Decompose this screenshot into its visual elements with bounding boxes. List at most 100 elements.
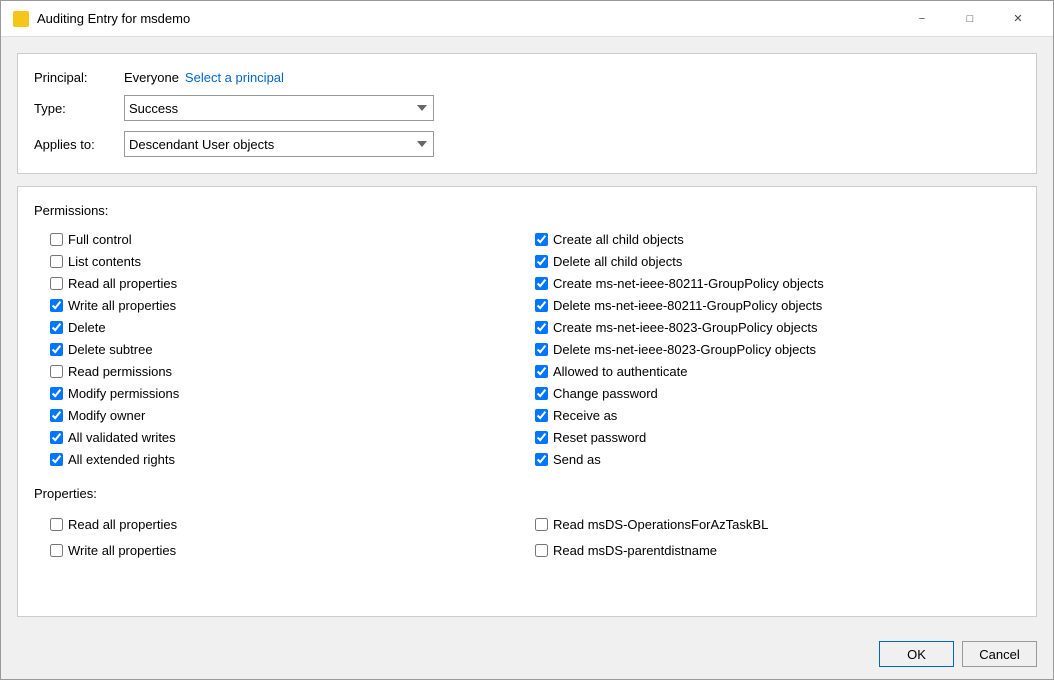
- maximize-button[interactable]: □: [947, 5, 993, 33]
- applies-label: Applies to:: [34, 137, 124, 152]
- principal-value: Everyone: [124, 70, 179, 85]
- properties-right-col: Read msDS-OperationsForAzTaskBL Read msD…: [535, 511, 1020, 563]
- perm-all-validated-writes-item: All validated writes: [50, 426, 535, 448]
- permissions-left-col: Full control List contents Read all prop…: [50, 228, 535, 470]
- type-row: Type: Success Fail All: [34, 95, 1020, 121]
- perm-delete-ms-net-8023-label[interactable]: Delete ms-net-ieee-8023-GroupPolicy obje…: [553, 342, 816, 357]
- app-icon: [13, 11, 29, 27]
- prop-read-all-label[interactable]: Read all properties: [68, 517, 177, 532]
- title-bar: Auditing Entry for msdemo − □ ✕: [1, 1, 1053, 37]
- prop-write-all-checkbox[interactable]: [50, 544, 63, 557]
- perm-all-extended-rights-label[interactable]: All extended rights: [68, 452, 175, 467]
- cancel-button[interactable]: Cancel: [962, 641, 1037, 667]
- perm-modify-permissions-label[interactable]: Modify permissions: [68, 386, 179, 401]
- perm-delete-all-child-label[interactable]: Delete all child objects: [553, 254, 682, 269]
- perm-create-all-child-label[interactable]: Create all child objects: [553, 232, 684, 247]
- perm-modify-owner-label[interactable]: Modify owner: [68, 408, 145, 423]
- perm-reset-password-item: Reset password: [535, 426, 1020, 448]
- type-label: Type:: [34, 101, 124, 116]
- permissions-grid: Full control List contents Read all prop…: [50, 228, 1020, 470]
- perm-receive-as-checkbox[interactable]: [535, 409, 548, 422]
- perm-create-ms-net-8023-item: Create ms-net-ieee-8023-GroupPolicy obje…: [535, 316, 1020, 338]
- principal-label: Principal:: [34, 70, 124, 85]
- perm-delete-subtree-label[interactable]: Delete subtree: [68, 342, 153, 357]
- prop-read-all-checkbox[interactable]: [50, 518, 63, 531]
- perm-delete-label[interactable]: Delete: [68, 320, 106, 335]
- perm-reset-password-checkbox[interactable]: [535, 431, 548, 444]
- content-area: Principal: Everyone Select a principal T…: [1, 37, 1053, 633]
- type-select[interactable]: Success Fail All: [124, 95, 434, 121]
- perm-delete-all-child-checkbox[interactable]: [535, 255, 548, 268]
- close-button[interactable]: ✕: [995, 5, 1041, 33]
- perm-send-as-checkbox[interactable]: [535, 453, 548, 466]
- perm-create-all-child-checkbox[interactable]: [535, 233, 548, 246]
- perm-read-all-props-checkbox[interactable]: [50, 277, 63, 290]
- perm-write-all-props-label[interactable]: Write all properties: [68, 298, 176, 313]
- applies-row: Applies to: Descendant User objects This…: [34, 131, 1020, 157]
- perm-list-contents-label[interactable]: List contents: [68, 254, 141, 269]
- perm-reset-password-label[interactable]: Reset password: [553, 430, 646, 445]
- perm-receive-as-label[interactable]: Receive as: [553, 408, 617, 423]
- perm-write-all-props-checkbox[interactable]: [50, 299, 63, 312]
- perm-create-ms-net-8021-label[interactable]: Create ms-net-ieee-80211-GroupPolicy obj…: [553, 276, 824, 291]
- perm-read-permissions-checkbox[interactable]: [50, 365, 63, 378]
- perm-read-permissions-label[interactable]: Read permissions: [68, 364, 172, 379]
- select-principal-link[interactable]: Select a principal: [185, 70, 284, 85]
- prop-read-msds-ops-label[interactable]: Read msDS-OperationsForAzTaskBL: [553, 517, 768, 532]
- prop-read-msds-ops-checkbox[interactable]: [535, 518, 548, 531]
- perm-all-extended-rights-item: All extended rights: [50, 448, 535, 470]
- perm-create-ms-net-8021-checkbox[interactable]: [535, 277, 548, 290]
- perm-full-control-item: Full control: [50, 228, 535, 250]
- perm-allowed-authenticate-checkbox[interactable]: [535, 365, 548, 378]
- perm-read-all-props-label[interactable]: Read all properties: [68, 276, 177, 291]
- perm-modify-owner-checkbox[interactable]: [50, 409, 63, 422]
- perm-change-password-item: Change password: [535, 382, 1020, 404]
- perm-full-control-checkbox[interactable]: [50, 233, 63, 246]
- perm-delete-ms-net-8021-checkbox[interactable]: [535, 299, 548, 312]
- prop-read-msds-ops-item: Read msDS-OperationsForAzTaskBL: [535, 511, 1020, 537]
- perm-delete-subtree-item: Delete subtree: [50, 338, 535, 360]
- principal-row: Principal: Everyone Select a principal: [34, 70, 1020, 85]
- perm-delete-all-child-item: Delete all child objects: [535, 250, 1020, 272]
- perm-create-ms-net-8023-checkbox[interactable]: [535, 321, 548, 334]
- perm-delete-ms-net-8023-item: Delete ms-net-ieee-8023-GroupPolicy obje…: [535, 338, 1020, 360]
- perm-full-control-label[interactable]: Full control: [68, 232, 132, 247]
- applies-select[interactable]: Descendant User objects This object only…: [124, 131, 434, 157]
- ok-button[interactable]: OK: [879, 641, 954, 667]
- title-bar-left: Auditing Entry for msdemo: [13, 11, 190, 27]
- perm-all-validated-writes-checkbox[interactable]: [50, 431, 63, 444]
- window-title: Auditing Entry for msdemo: [37, 11, 190, 26]
- perm-list-contents-checkbox[interactable]: [50, 255, 63, 268]
- perm-allowed-authenticate-label[interactable]: Allowed to authenticate: [553, 364, 687, 379]
- prop-write-all-item: Write all properties: [50, 537, 535, 563]
- perm-delete-checkbox[interactable]: [50, 321, 63, 334]
- prop-read-msds-parent-item: Read msDS-parentdistname: [535, 537, 1020, 563]
- perm-modify-owner-item: Modify owner: [50, 404, 535, 426]
- perm-delete-ms-net-8023-checkbox[interactable]: [535, 343, 548, 356]
- perm-create-ms-net-8021-item: Create ms-net-ieee-80211-GroupPolicy obj…: [535, 272, 1020, 294]
- perm-all-extended-rights-checkbox[interactable]: [50, 453, 63, 466]
- perm-change-password-checkbox[interactable]: [535, 387, 548, 400]
- perm-all-validated-writes-label[interactable]: All validated writes: [68, 430, 176, 445]
- perm-read-all-props-item: Read all properties: [50, 272, 535, 294]
- properties-section: Properties: Read all properties Write al…: [34, 486, 1020, 563]
- perm-allowed-authenticate-item: Allowed to authenticate: [535, 360, 1020, 382]
- prop-read-msds-parent-label[interactable]: Read msDS-parentdistname: [553, 543, 717, 558]
- perm-send-as-item: Send as: [535, 448, 1020, 470]
- minimize-button[interactable]: −: [899, 5, 945, 33]
- prop-read-msds-parent-checkbox[interactable]: [535, 544, 548, 557]
- perm-change-password-label[interactable]: Change password: [553, 386, 658, 401]
- perm-create-ms-net-8023-label[interactable]: Create ms-net-ieee-8023-GroupPolicy obje…: [553, 320, 817, 335]
- properties-left-col: Read all properties Write all properties: [50, 511, 535, 563]
- title-controls: − □ ✕: [899, 5, 1041, 33]
- perm-delete-subtree-checkbox[interactable]: [50, 343, 63, 356]
- properties-grid: Read all properties Write all properties…: [50, 511, 1020, 563]
- perm-modify-permissions-checkbox[interactable]: [50, 387, 63, 400]
- window: Auditing Entry for msdemo − □ ✕ Principa…: [0, 0, 1054, 680]
- perm-list-contents-item: List contents: [50, 250, 535, 272]
- perm-delete-ms-net-8021-label[interactable]: Delete ms-net-ieee-80211-GroupPolicy obj…: [553, 298, 822, 313]
- prop-write-all-label[interactable]: Write all properties: [68, 543, 176, 558]
- properties-section-label: Properties:: [34, 486, 1020, 501]
- footer: OK Cancel: [1, 633, 1053, 679]
- perm-send-as-label[interactable]: Send as: [553, 452, 601, 467]
